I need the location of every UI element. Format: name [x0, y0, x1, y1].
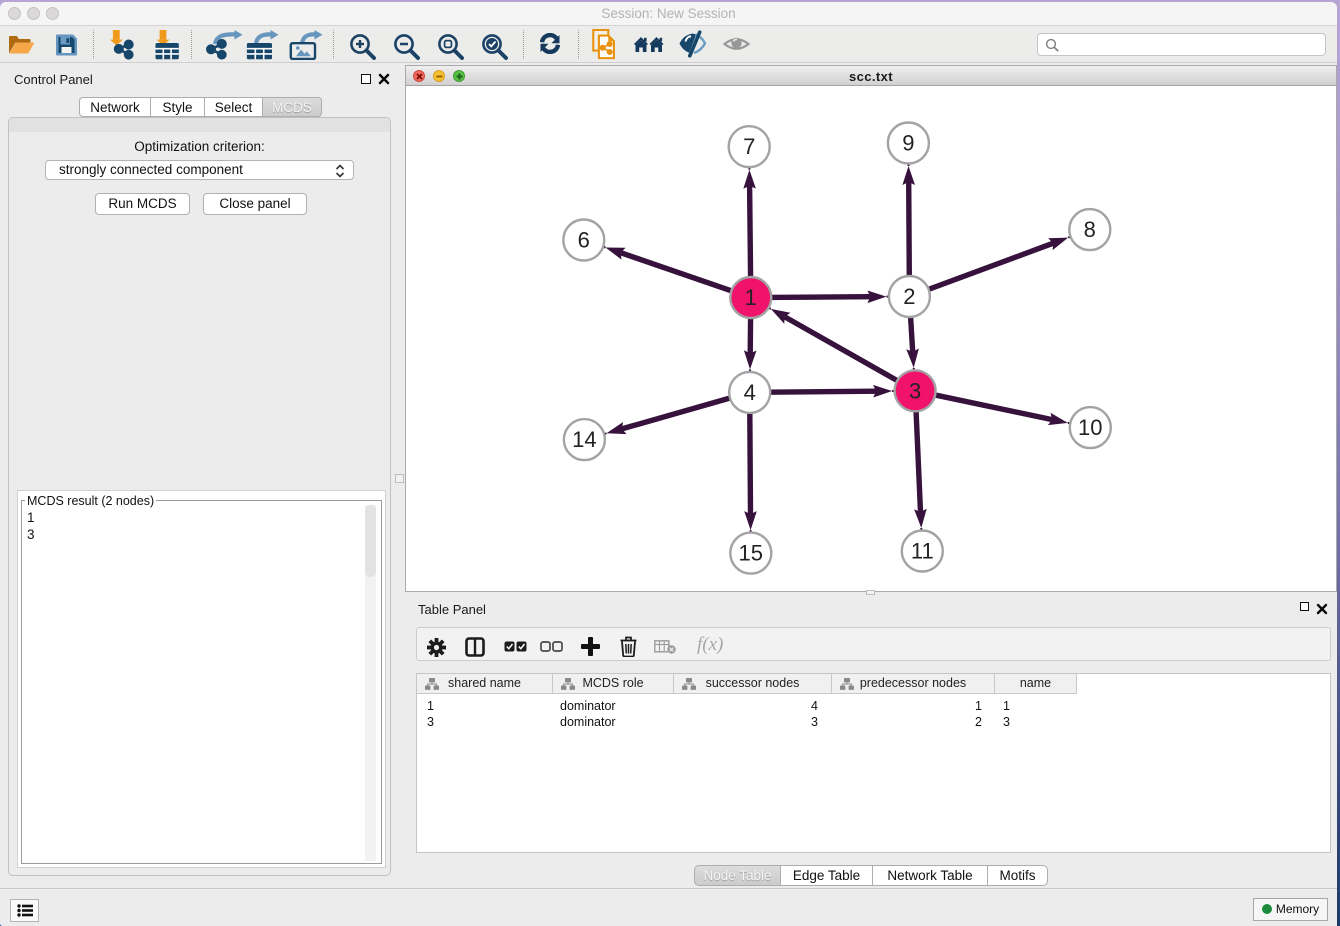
svg-text:6: 6 [578, 228, 590, 253]
svg-text:11: 11 [911, 539, 934, 564]
svg-text:1: 1 [745, 285, 757, 310]
svg-text:14: 14 [572, 427, 596, 452]
svg-text:15: 15 [739, 541, 763, 566]
svg-text:9: 9 [902, 131, 914, 156]
svg-text:10: 10 [1078, 415, 1102, 440]
svg-text:4: 4 [744, 380, 756, 405]
svg-text:7: 7 [743, 134, 755, 159]
svg-text:3: 3 [909, 378, 921, 403]
svg-text:8: 8 [1084, 217, 1096, 242]
svg-text:2: 2 [903, 284, 915, 309]
